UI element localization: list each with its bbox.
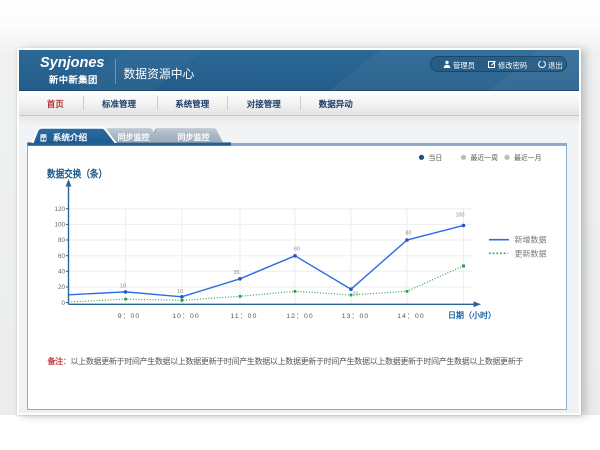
svg-text:11：00: 11：00 (231, 313, 258, 320)
svg-text:10: 10 (353, 292, 359, 298)
svg-text:80: 80 (58, 237, 66, 244)
svg-text:14：00: 14：00 (397, 313, 424, 320)
svg-text:最近一月: 最近一月 (514, 153, 542, 162)
svg-text:60: 60 (294, 247, 300, 253)
svg-text:100: 100 (54, 222, 65, 229)
svg-text:最近一周: 最近一周 (471, 153, 499, 162)
svg-text:日期（小时）: 日期（小时） (448, 310, 496, 320)
svg-text:40: 40 (58, 269, 66, 276)
svg-text:10：00: 10：00 (172, 313, 199, 320)
svg-text:9：00: 9：00 (118, 313, 141, 320)
svg-text:更新数据: 更新数据 (515, 248, 547, 258)
svg-text:当日: 当日 (429, 153, 443, 162)
svg-text:120: 120 (54, 206, 65, 213)
svg-text:100: 100 (456, 213, 465, 219)
svg-text:系统介绍: 系统介绍 (53, 131, 88, 142)
svg-text:80: 80 (406, 231, 412, 237)
svg-text:数据交换（条）: 数据交换（条） (46, 168, 107, 181)
svg-text:同步监控: 同步监控 (178, 132, 210, 142)
svg-text:13：00: 13：00 (342, 313, 369, 320)
svg-text:新增数据: 新增数据 (515, 235, 547, 245)
svg-text:12：00: 12：00 (286, 313, 313, 320)
svg-text:同步监控: 同步监控 (118, 132, 150, 142)
svg-text:18: 18 (120, 284, 126, 290)
svg-text:10: 10 (177, 289, 183, 295)
svg-text:60: 60 (58, 253, 66, 260)
svg-text:35: 35 (234, 270, 240, 276)
svg-text:0: 0 (61, 300, 65, 307)
svg-text:20: 20 (58, 284, 66, 291)
